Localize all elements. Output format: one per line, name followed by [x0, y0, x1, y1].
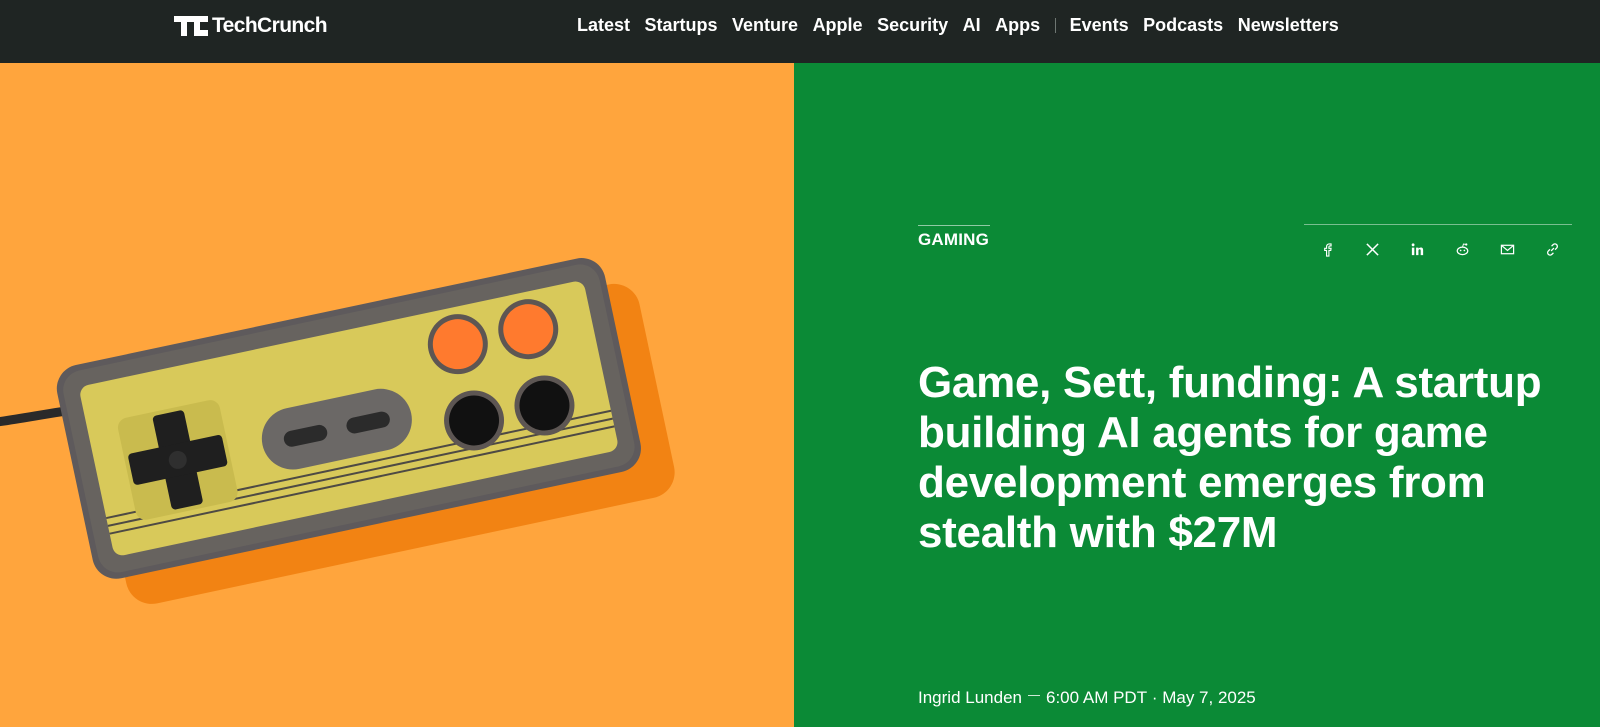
byline-divider: [1027, 694, 1040, 696]
nav-latest[interactable]: Latest: [577, 14, 630, 36]
techcrunch-logo[interactable]: TechCrunch: [174, 14, 328, 38]
game-controller-illustration: [0, 258, 675, 604]
nav-apps[interactable]: Apps: [995, 14, 1040, 36]
site-header: TechCrunch Latest Startups Venture Apple…: [0, 0, 1600, 63]
techcrunch-logo-icon: [174, 16, 208, 36]
nav-apple[interactable]: Apple: [813, 14, 863, 36]
nav-newsletters[interactable]: Newsletters: [1238, 14, 1339, 36]
category-link[interactable]: GAMING: [918, 225, 990, 250]
logo-text: TechCrunch: [212, 14, 328, 37]
nav-startups[interactable]: Startups: [645, 14, 718, 36]
byline-dot: ·: [1147, 688, 1163, 707]
email-icon[interactable]: [1497, 239, 1517, 259]
nav-podcasts[interactable]: Podcasts: [1143, 14, 1223, 36]
hero-image: [0, 63, 794, 727]
reddit-icon[interactable]: [1452, 239, 1472, 259]
nav-ai[interactable]: AI: [963, 14, 981, 36]
byline: Ingrid Lunden 6:00 AM PDT · May 7, 2025: [918, 688, 1256, 708]
link-icon[interactable]: [1542, 239, 1562, 259]
nav-events[interactable]: Events: [1070, 14, 1129, 36]
publish-date: May 7, 2025: [1162, 688, 1256, 707]
x-icon[interactable]: [1362, 239, 1382, 259]
share-bar: [1304, 224, 1572, 273]
facebook-icon[interactable]: [1317, 239, 1337, 259]
article-headline: Game, Sett, funding: A startup building …: [918, 358, 1542, 557]
linkedin-icon[interactable]: [1407, 239, 1427, 259]
nav-security[interactable]: Security: [877, 14, 948, 36]
publish-time: 6:00 AM PDT: [1045, 688, 1148, 707]
author-link[interactable]: Ingrid Lunden: [918, 688, 1022, 708]
main-nav: Latest Startups Venture Apple Security A…: [577, 14, 1353, 36]
nav-divider: [1054, 17, 1056, 33]
nav-venture[interactable]: Venture: [732, 14, 798, 36]
